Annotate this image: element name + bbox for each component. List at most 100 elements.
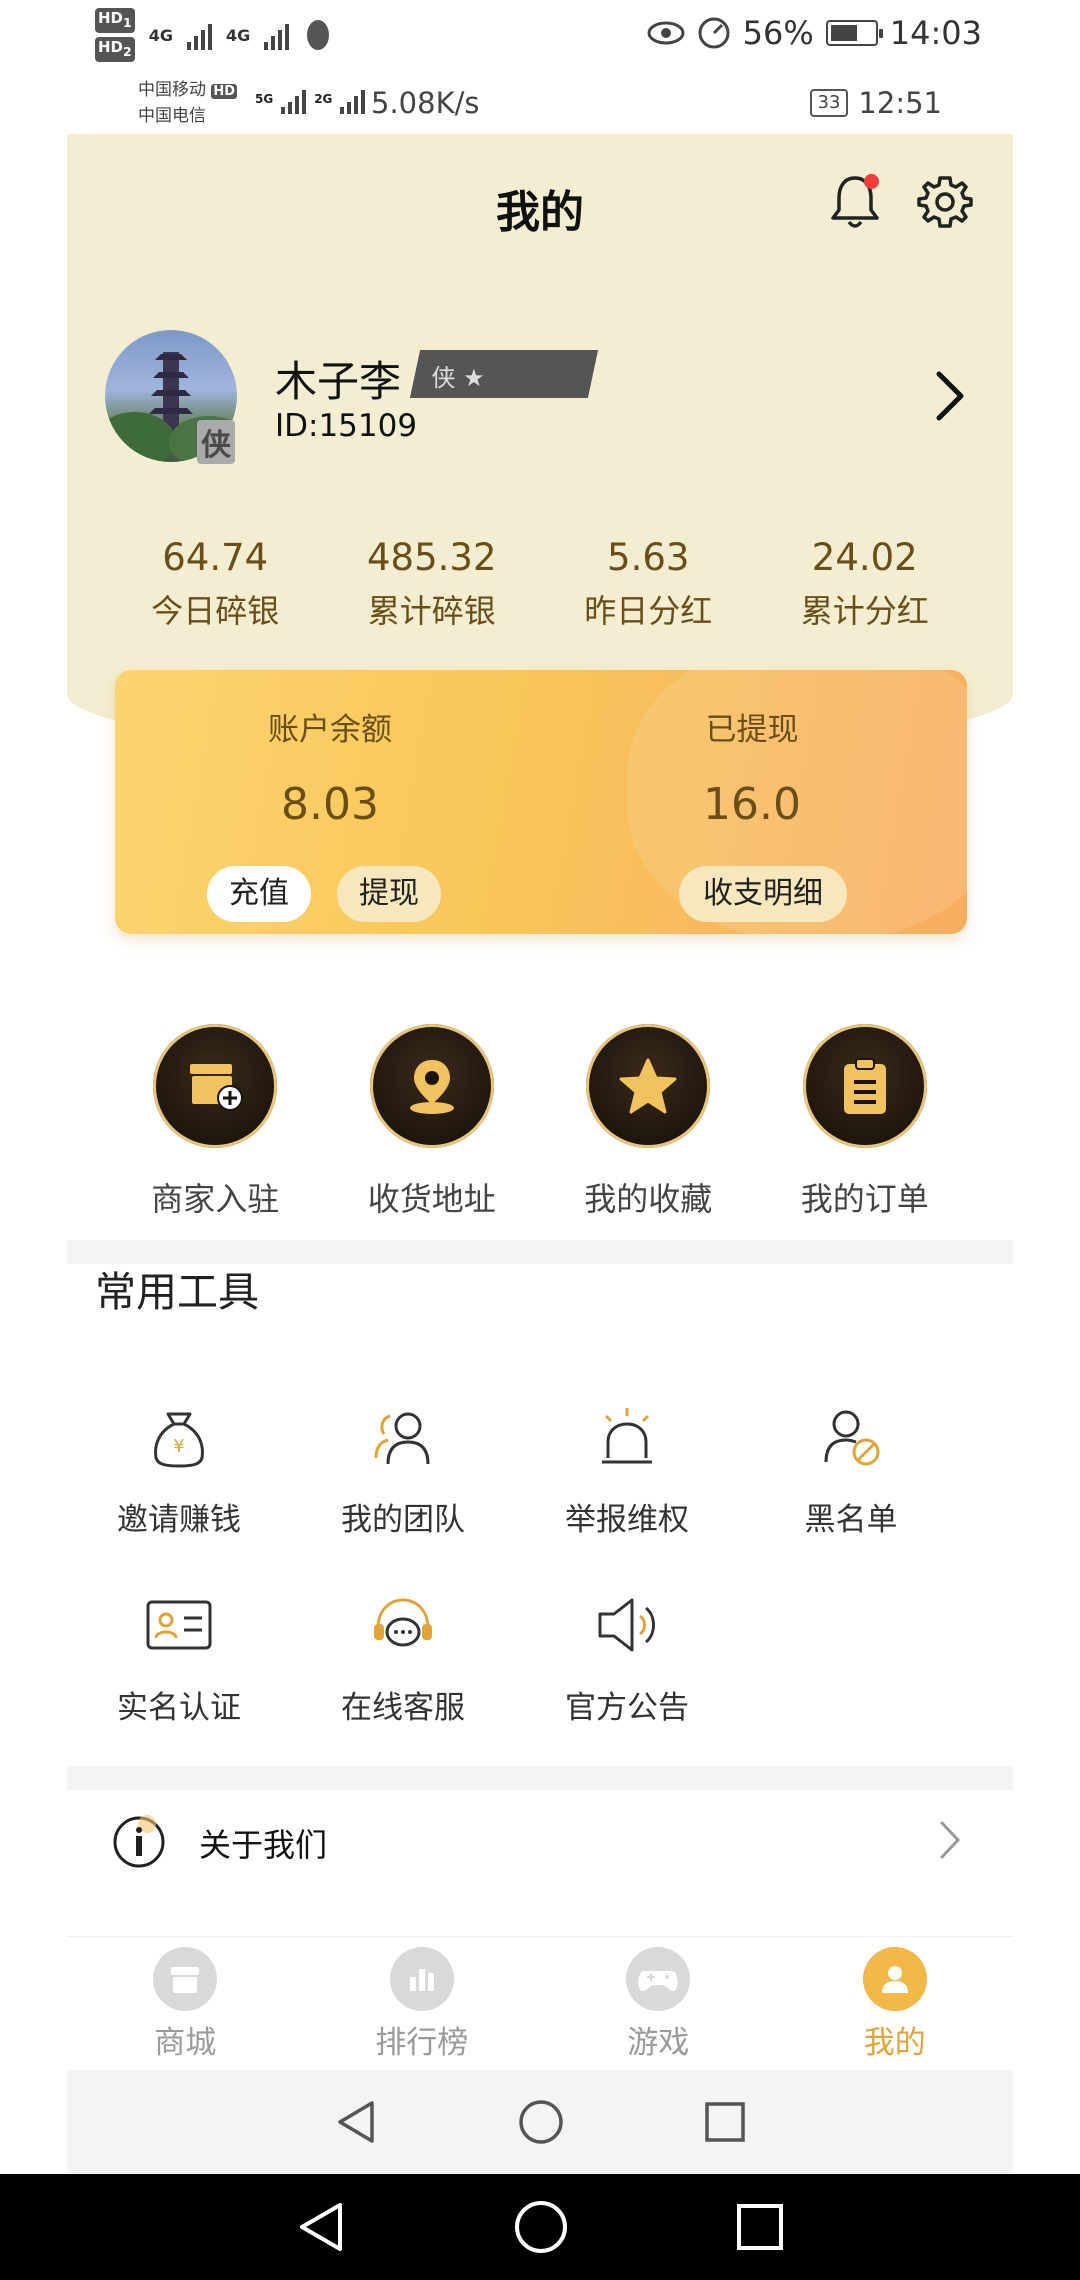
tab-ranking[interactable]: 排行榜 [304,1937,541,2069]
balance-label: 账户余额 [268,712,392,748]
home-icon[interactable] [518,2099,564,2145]
tool-label: 黑名单 [804,1502,898,1538]
tab-mall[interactable]: 商城 [67,1937,304,2069]
network-type-1: 4G [148,25,173,45]
tool-verify[interactable]: 实名认证 [67,1590,291,1727]
notification-dot [864,174,879,189]
settings-button[interactable] [917,174,973,230]
tool-invite[interactable]: ¥ 邀请赚钱 [67,1402,291,1539]
tool-team[interactable]: 我的团队 [291,1402,515,1539]
bottom-tab-bar: 商城 排行榜 游戏 我的 [67,1936,1013,2069]
chevron-right-icon[interactable] [933,370,967,422]
menu-about-us[interactable]: 关于我们 [67,1790,1013,1894]
info-icon [113,1815,165,1868]
recent-apps-icon[interactable] [704,2101,746,2143]
home-icon[interactable] [514,2200,568,2254]
quick-action-label: 商家入驻 [151,1180,280,1218]
stat-value: 24.02 [811,536,918,579]
quick-action-label: 收货地址 [367,1180,496,1218]
team-icon [374,1412,430,1465]
signal-strength-icon [264,20,290,50]
user-icon [881,1966,908,1993]
eye-icon [647,21,685,45]
withdraw-button[interactable]: 提现 [337,866,441,922]
balance-value: 8.03 [281,779,379,830]
recent-apps-icon[interactable] [736,2203,784,2251]
quick-action-orders[interactable]: 我的订单 [757,1024,974,1220]
user-block-icon [824,1410,880,1466]
network-speed: 5.08K/s [371,86,480,120]
battery-icon [825,20,883,46]
wallet-card: 账户余额 8.03 已提现 16.0 充值 提现 收支明细 [115,670,967,934]
qq-penguin-icon [307,20,330,50]
tool-announcement[interactable]: 官方公告 [515,1590,739,1727]
stat-total-silver[interactable]: 485.32 累计碎银 [324,534,541,632]
withdrawn-value: 16.0 [703,779,801,830]
headset-icon [374,1598,432,1647]
location-pin-icon [409,1060,454,1114]
tab-label: 排行榜 [375,2025,469,2061]
notification-button[interactable] [827,172,883,232]
tool-label: 我的团队 [341,1502,465,1538]
alarm-icon [602,1408,652,1464]
stat-value: 5.63 [607,536,690,579]
quick-action-merchant[interactable]: 商家入驻 [107,1024,324,1220]
id-card-icon [146,1600,212,1650]
tab-label: 游戏 [627,2025,690,2061]
money-bag-icon: ¥ [154,1412,204,1468]
stat-today-silver[interactable]: 64.74 今日碎银 [107,534,324,632]
stat-total-dividend[interactable]: 24.02 累计分红 [757,534,974,632]
system-navigation-bar [0,2174,1080,2280]
stat-yesterday-dividend[interactable]: 5.63 昨日分红 [540,534,757,632]
gamepad-icon [638,1971,678,1992]
tab-label: 商城 [154,2025,217,2061]
tool-label: 官方公告 [565,1690,689,1726]
user-level-tag: 侠 ★ [409,350,599,398]
username: 木子李 [275,357,402,406]
tab-games[interactable]: 游戏 [540,1937,777,2069]
network-type-5g: 5G [255,92,274,106]
quick-action-label: 我的订单 [800,1180,929,1218]
withdrawn-label: 已提现 [705,712,799,748]
tool-label: 邀请赚钱 [117,1502,241,1538]
battery-icon: 33 [809,89,849,117]
quick-action-label: 我的收藏 [584,1180,713,1218]
tool-label: 举报维权 [565,1502,689,1538]
tool-blacklist[interactable]: 黑名单 [739,1402,963,1539]
tool-label: 在线客服 [341,1690,465,1726]
tab-mine[interactable]: 我的 [777,1937,1014,2069]
menu-label: 关于我们 [199,1826,328,1864]
tool-label: 实名认证 [117,1690,241,1726]
clipboard-icon [843,1058,886,1114]
stat-label: 累计分红 [800,592,929,630]
carrier-names: 中国移动 HD 中国电信 [138,80,238,126]
stat-label: 累计碎银 [367,592,496,630]
hd-indicator: HD1 HD2 [95,8,135,62]
gear-icon [917,176,973,228]
shop-icon [171,1967,200,1993]
battery-percent: 56% [742,14,814,52]
tab-label: 我的 [863,2025,926,2061]
store-add-icon [190,1064,244,1111]
speedometer-icon [698,17,730,49]
back-icon[interactable] [334,2099,378,2145]
back-icon[interactable] [296,2201,346,2253]
signal-strength-icon [281,84,307,114]
recharge-button[interactable]: 充值 [207,866,311,922]
tool-support[interactable]: 在线客服 [291,1590,515,1727]
earnings-stats: 64.74 今日碎银 485.32 累计碎银 5.63 昨日分红 24.02 累… [107,534,973,632]
chevron-right-icon [940,1821,961,1859]
clock: 12:51 [858,86,942,120]
quick-action-address[interactable]: 收货地址 [324,1024,541,1220]
transaction-detail-button[interactable]: 收支明细 [679,866,847,922]
stat-label: 昨日分红 [584,592,713,630]
quick-action-favorites[interactable]: 我的收藏 [540,1024,757,1220]
tool-report[interactable]: 举报维权 [515,1402,739,1539]
stat-label: 今日碎银 [151,592,280,630]
quick-actions: 商家入驻 收货地址 我的收藏 我的订单 [107,1024,973,1220]
inner-status-bar: 中国移动 HD 中国电信 5G 2G 5.08K/s 33 12:51 [0,72,1080,134]
inner-navigation-bar [67,2070,1013,2174]
signal-strength-icon [340,84,366,114]
ranking-icon [409,1969,434,1991]
stat-value: 485.32 [367,536,497,579]
